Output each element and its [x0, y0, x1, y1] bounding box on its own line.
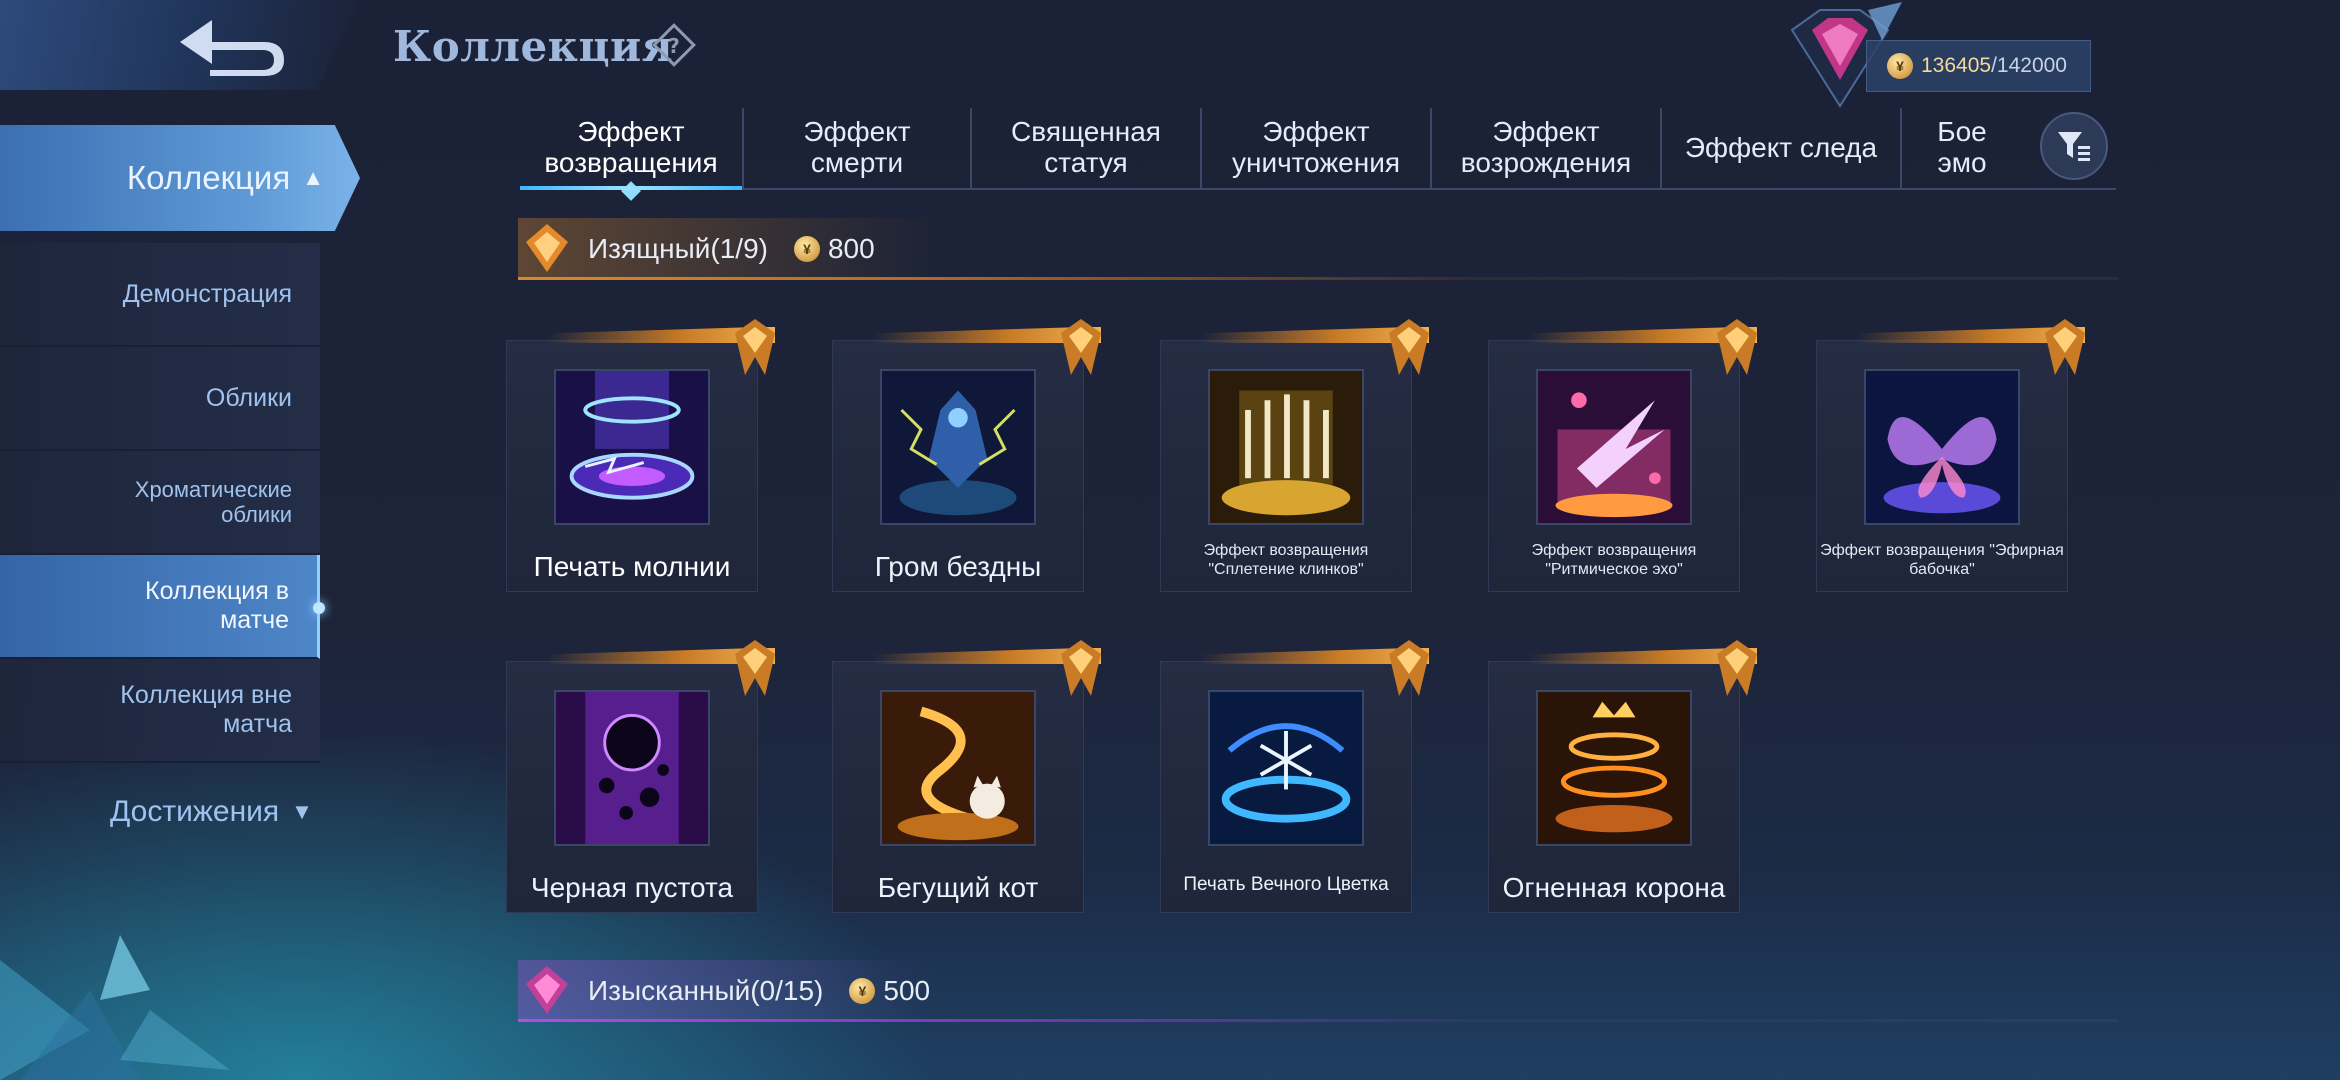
tab-label: Эффект следа [1684, 131, 1878, 163]
abyss-thunder-art [880, 369, 1036, 525]
tab-sacred-statue[interactable]: Священная статуя [972, 108, 1202, 188]
sidebar-item-chromatic-skins[interactable]: Хроматические облики [0, 451, 320, 555]
blade-weave-art [1208, 369, 1364, 525]
filter-icon [2058, 132, 2090, 161]
section-price: ¥ 800 [793, 233, 875, 265]
running-cat-art [880, 690, 1036, 846]
collection-card-ethereal-butterfly[interactable]: Эффект возвращения "Эфирная бабочка" [1816, 319, 2085, 592]
card-name: Эффект возвращения "Ритмическое эхо" [1531, 542, 1697, 579]
sidebar-item-demo[interactable]: Демонстрация [0, 243, 320, 347]
eternal-flower-seal-art [1208, 690, 1364, 846]
section-header-elegant: Изящный(1/9) ¥ 800 [518, 218, 2118, 280]
rank-badge-icon [1061, 640, 1101, 696]
svg-text:?: ? [668, 34, 680, 58]
tab-bar: Эффект возвращения Эффект смерти Священн… [520, 108, 2116, 190]
card-name: Печать молнии [533, 551, 731, 582]
sidebar-main-label: Коллекция [126, 159, 291, 196]
collection-card-lightning-seal[interactable]: Печать молнии [506, 319, 775, 592]
sidebar-item-label: Коллекция вне матча [120, 681, 292, 738]
collection-card-blade-weave[interactable]: Эффект возвращения "Сплетение клинков" [1160, 319, 1429, 592]
tab-return-effect[interactable]: Эффект возвращения [520, 108, 744, 190]
rank-badge-icon [1717, 640, 1757, 696]
lightning-seal-art [554, 369, 710, 525]
currency-max: /142000 [1991, 54, 2067, 77]
coin-icon: ¥ [849, 978, 876, 1004]
collection-card-fire-crown[interactable]: Огненная корона [1488, 640, 1757, 913]
section-header-exquisite: Изысканный(0/15) ¥ 500 [518, 960, 2118, 1022]
section-price: ¥ 500 [849, 975, 930, 1007]
chevron-up-icon: ▲ [302, 165, 324, 190]
tab-battle-emote[interactable]: Бое эмо [1902, 108, 2022, 188]
sidebar-list: Демонстрация Облики Хроматические облики… [0, 243, 325, 763]
ethereal-butterfly-art [1864, 369, 2020, 525]
collection-card-abyss-thunder[interactable]: Гром бездны [832, 319, 1101, 592]
rank-badge-icon [1389, 319, 1429, 375]
back-button[interactable] [0, 0, 360, 90]
decorative-triangles [0, 935, 230, 1080]
sidebar-item-skins[interactable]: Облики [0, 347, 320, 451]
sidebar-item-in-match[interactable]: Коллекция в матче [0, 555, 325, 659]
back-arrow-icon [180, 20, 284, 76]
sidebar-achievements[interactable]: Достижения ▼ [110, 795, 313, 829]
sidebar-achievements-label: Достижения [110, 795, 280, 828]
card-name: Эффект возвращения "Сплетение клинков" [1203, 542, 1369, 579]
rank-badge-icon [735, 640, 775, 696]
rank-badge-icon [1389, 640, 1429, 696]
section-price-value: 500 [883, 975, 931, 1006]
rank-badge-icon [735, 319, 775, 375]
tab-label: Эффект возвращения [544, 116, 718, 178]
tab-label: Эффект смерти [803, 116, 911, 178]
sidebar: Коллекция ▲ Демонстрация Облики Хроматич… [0, 125, 360, 828]
tab-label: Бое эмо [1937, 116, 1987, 178]
sidebar-item-label: Облики [205, 383, 292, 412]
sidebar-item-label: Коллекция в матче [145, 577, 289, 634]
sidebar-main-collection[interactable]: Коллекция ▲ [0, 125, 360, 231]
tab-trail-effect[interactable]: Эффект следа [1662, 108, 1902, 188]
collection-card-black-void[interactable]: Черная пустота [506, 640, 775, 913]
card-name: Бегущий кот [877, 872, 1039, 903]
tab-label: Эффект уничтожения [1231, 116, 1401, 178]
section-divider [518, 1019, 2118, 1022]
purple-gem-icon [526, 966, 568, 1014]
rhythmic-echo-art [1536, 369, 1692, 525]
black-void-art [554, 690, 710, 846]
collection-card-running-cat[interactable]: Бегущий кот [832, 640, 1101, 913]
orange-gem-icon [526, 224, 568, 272]
chevron-down-icon: ▼ [291, 799, 313, 824]
help-icon[interactable]: ? [651, 22, 697, 68]
card-name: Эффект возвращения "Эфирная бабочка" [1820, 542, 2064, 579]
tab-death-effect[interactable]: Эффект смерти [744, 108, 972, 188]
section-title: Изящный(1/9) [588, 233, 768, 264]
tab-revive-effect[interactable]: Эффект возрождения [1432, 108, 1662, 188]
tab-label: Священная статуя [1011, 116, 1161, 178]
card-name: Огненная корона [1502, 872, 1726, 903]
card-name: Черная пустота [530, 872, 734, 903]
collection-card-eternal-flower-seal[interactable]: Печать Вечного Цветка [1160, 640, 1429, 913]
currency-current: 136405 [1921, 54, 1992, 77]
page-title: Коллекция [393, 22, 674, 71]
currency-display: ¥ 136405 /142000 [1866, 40, 2091, 92]
coin-icon: ¥ [793, 236, 820, 262]
section-divider [518, 277, 2118, 280]
sidebar-item-out-match[interactable]: Коллекция вне матча [0, 659, 320, 763]
card-name: Печать Вечного Цветка [1183, 874, 1389, 895]
section-price-value: 800 [827, 233, 875, 264]
section-title: Изысканный(0/15) [588, 975, 824, 1006]
fire-crown-art [1536, 690, 1692, 846]
sidebar-item-label: Хроматические облики [134, 476, 292, 527]
collection-card-rhythmic-echo[interactable]: Эффект возвращения "Ритмическое эхо" [1488, 319, 1757, 592]
filter-button[interactable] [2040, 112, 2108, 180]
tab-destroy-effect[interactable]: Эффект уничтожения [1202, 108, 1432, 188]
tab-label: Эффект возрождения [1460, 116, 1632, 178]
rank-badge-icon [1061, 319, 1101, 375]
card-name: Гром бездны [874, 551, 1042, 582]
rank-badge-icon [1717, 319, 1757, 375]
coin-icon: ¥ [1887, 53, 1913, 79]
sidebar-item-label: Демонстрация [122, 279, 292, 308]
rank-badge-icon [2045, 319, 2085, 375]
